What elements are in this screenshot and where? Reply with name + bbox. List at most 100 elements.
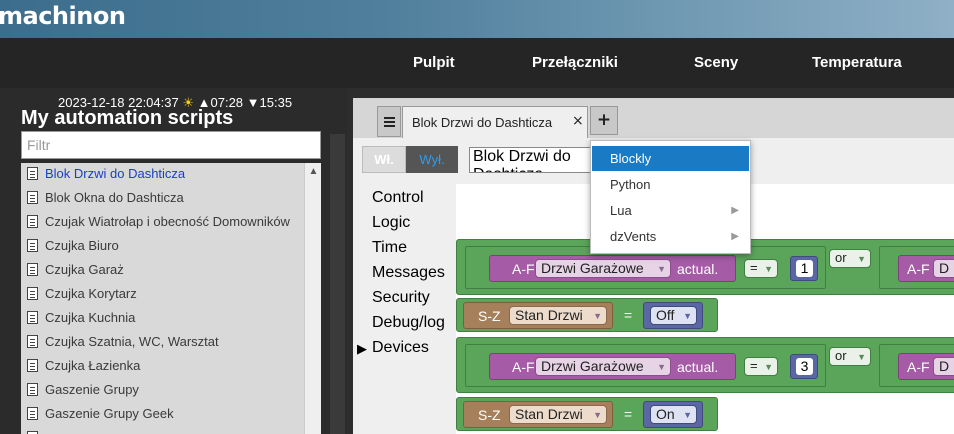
device-prefix: A-F [907,359,930,375]
number-block[interactable]: 3 [790,354,818,379]
list-item[interactable]: Gaszenie Grupy Geek [21,403,304,427]
script-name-field[interactable]: Blok Drzwi do Dashticza [469,147,599,173]
assign-operator: = [624,406,633,422]
nav-item-switches[interactable]: Przełączniki [532,54,618,71]
list-item[interactable]: Czujka Kuchnia [21,307,304,331]
list-item[interactable]: Czujak Wiatrołap i obecność Domowników [21,211,304,235]
state-block[interactable]: On ▼ [643,401,703,428]
state-dropdown[interactable]: On ▼ [650,405,697,424]
nav-item-temperature[interactable]: Temperatura [812,54,902,71]
block-categories: Control Logic Time Messages Security Deb… [353,184,456,434]
sunset-time: ▼15:35 [246,95,293,110]
scripts-list[interactable]: Blok Drzwi do Dashticza Blok Okna do Das… [21,163,321,434]
triangle-right-icon[interactable]: ▶ [357,341,367,357]
operator-dropdown[interactable]: = ▼ [744,259,778,278]
variable-dropdown[interactable]: Stan Drzwi ▼ [509,405,607,424]
menu-item-dzvents[interactable]: dzVents ▶ [592,224,749,249]
variable-dropdown[interactable]: Stan Drzwi ▼ [509,306,607,325]
variable-block[interactable]: S-Z Stan Drzwi ▼ [463,401,613,428]
triangle-down-icon: ▼ [764,264,773,274]
set-variable-block[interactable]: S-Z Stan Drzwi ▼ = On ▼ [456,397,718,431]
operator-dropdown[interactable]: = ▼ [744,357,778,376]
category-time[interactable]: Time [372,239,407,257]
list-item[interactable]: Czujka Szatnia, WC, Warsztat [21,331,304,355]
close-icon[interactable]: × [572,113,584,129]
list-item[interactable]: Blok Okna do Dashticza [21,187,304,211]
logic-block[interactable]: A-F Drzwi Garażowe ▼ actual. = ▼ 3 or ▼ A-F… [456,337,954,393]
category-security[interactable]: Security [372,289,430,307]
document-icon [27,215,38,228]
chevron-up-icon[interactable]: ▲ [306,163,321,180]
state-dropdown[interactable]: Off ▼ [650,306,697,325]
disable-button[interactable]: Wył. [406,146,458,173]
device-property: actual. [677,359,719,375]
device-block[interactable]: A-F Drzwi Garażowe ▼ actual. [489,353,736,380]
device-dropdown[interactable]: D [933,357,954,376]
number-field[interactable]: 1 [796,260,813,277]
device-dropdown[interactable]: D [933,259,954,278]
document-icon [27,359,38,372]
menu-item-blockly[interactable]: Blockly [592,146,749,171]
variable-prefix: S-Z [478,407,501,423]
list-item[interactable]: Czujka Garaż [21,259,304,283]
category-logic[interactable]: Logic [372,214,410,232]
triangle-down-icon: ▼ [857,254,866,264]
device-block[interactable]: A-F D [898,255,954,282]
nav-item-scenes[interactable]: Sceny [694,54,738,71]
device-block[interactable]: A-F Drzwi Garażowe ▼ actual. [489,255,736,282]
header-banner: machinon [0,0,954,38]
state-block[interactable]: Off ▼ [643,302,703,329]
document-icon [27,263,38,276]
number-field[interactable]: 3 [796,358,813,375]
category-messages[interactable]: Messages [372,264,445,282]
number-block[interactable]: 1 [790,256,818,281]
triangle-down-icon: ▼ [593,410,602,420]
menu-item-lua[interactable]: Lua ▶ [592,198,749,223]
list-item[interactable]: Blok Drzwi do Dashticza [21,163,304,187]
triangle-down-icon: ▼ [593,311,602,321]
hamburger-icon [384,117,395,119]
add-tab-button[interactable]: + [590,106,618,135]
device-block[interactable]: A-F D [898,353,954,380]
document-icon [27,407,38,420]
document-icon [27,311,38,324]
nav-item-pulpit[interactable]: Pulpit [413,54,455,71]
triangle-down-icon: ▼ [857,352,866,362]
logic-operator-dropdown[interactable]: or ▼ [829,249,871,268]
list-item[interactable]: Czujka Łazienka [21,355,304,379]
compare-block[interactable]: A-F Drzwi Garażowe ▼ actual. = ▼ 3 [465,344,826,387]
device-dropdown[interactable]: Drzwi Garażowe ▼ [535,259,671,278]
compare-block[interactable]: A-F D [879,246,954,289]
panel-title: My automation scripts [21,107,234,129]
list-item[interactable]: Czujka Korytarz [21,283,304,307]
device-property: actual. [677,261,719,277]
filter-input[interactable] [21,131,321,159]
chevron-right-icon: ▶ [731,231,739,242]
compare-block[interactable]: A-F D [879,344,954,387]
editor-tabbar: Blok Drzwi do Dashticza × + [353,98,954,138]
variable-block[interactable]: S-Z Stan Drzwi ▼ [463,302,613,329]
list-scrollbar[interactable]: ▲ [304,163,321,434]
set-variable-block[interactable]: S-Z Stan Drzwi ▼ = Off ▼ [456,298,718,332]
document-icon [27,383,38,396]
device-prefix: A-F [512,261,535,277]
category-devices[interactable]: Devices [372,339,429,357]
document-icon [27,239,38,252]
list-item[interactable]: Gaszenie Grupy [21,379,304,403]
panel-splitter[interactable] [330,134,345,434]
enable-button[interactable]: Wł. [362,146,406,173]
tab-script[interactable]: Blok Drzwi do Dashticza × [402,106,588,138]
list-item[interactable]: Czujka Biuro [21,235,304,259]
list-item[interactable] [21,427,304,434]
category-debug-log[interactable]: Debug/log [372,314,445,332]
category-control[interactable]: Control [372,189,424,207]
triangle-down-icon: ▼ [764,362,773,372]
document-icon [27,191,38,204]
device-dropdown[interactable]: Drzwi Garażowe ▼ [535,357,671,376]
logic-operator-dropdown[interactable]: or ▼ [829,347,871,366]
menu-item-python[interactable]: Python [592,172,749,197]
top-navigation: Pulpit Przełączniki Sceny Temperatura [0,38,954,88]
triangle-down-icon: ▼ [657,362,666,372]
tab-label: Blok Drzwi do Dashticza [412,115,553,130]
tab-menu-button[interactable] [377,106,401,137]
